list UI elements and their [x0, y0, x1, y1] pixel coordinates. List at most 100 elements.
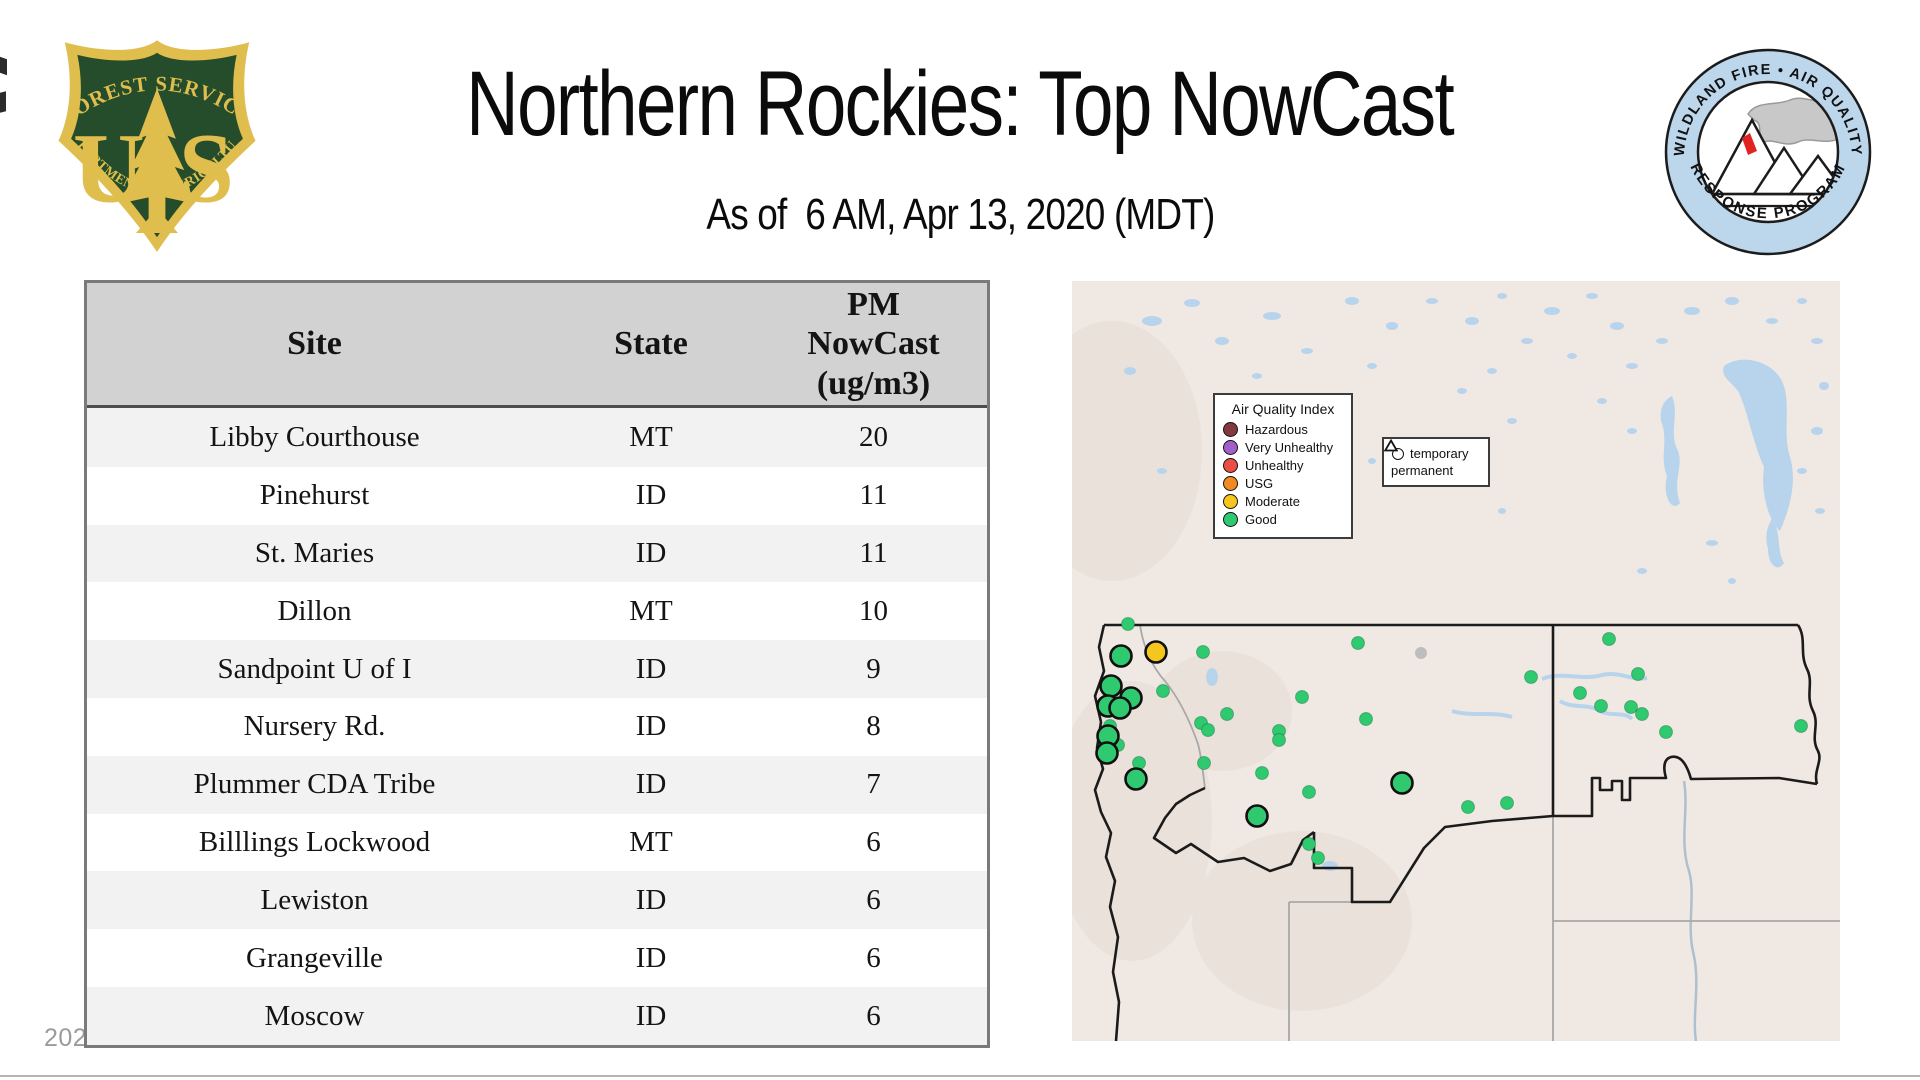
temporary-legend-row: temporary — [1391, 445, 1481, 462]
monitor-marker-temporary-good — [1108, 696, 1132, 720]
slide: 2020-04-13 12:37:42 UTC FOREST SERVICE U… — [0, 0, 1920, 1080]
state-cell: ID — [635, 941, 667, 974]
table-row: St. Maries ID 11 — [87, 524, 987, 583]
value-cell: 11 — [859, 479, 888, 512]
monitor-marker-permanent-good — [1794, 719, 1808, 733]
state-cell: ID — [635, 537, 667, 570]
map-canvas — [1072, 293, 1840, 1041]
aqi-legend-item-hazardous: Hazardous — [1223, 422, 1343, 437]
monitor-marker-permanent-good — [1121, 617, 1135, 631]
monitor-marker-temporary-moderate — [1144, 640, 1168, 664]
wfaqrp-logo-icon: WILDLAND FIRE • AIR QUALITY RESPONSE PRO… — [1664, 48, 1872, 256]
monitor-marker-permanent-good — [1500, 796, 1514, 810]
monitor-marker-permanent-good — [1197, 756, 1211, 770]
permanent-label: permanent — [1391, 463, 1454, 478]
state-cell: ID — [635, 883, 667, 916]
aqi-legend-item-good: Good — [1223, 512, 1343, 527]
site-cell: Grangeville — [246, 941, 383, 974]
monitor-marker-permanent-good — [1201, 723, 1215, 737]
slide-bottom-rule — [0, 1075, 1920, 1077]
state-cell: MT — [629, 826, 673, 859]
table-row: Lewiston ID 6 — [87, 871, 987, 930]
state-cell: ID — [635, 768, 667, 801]
monitor-marker-permanent-good — [1635, 707, 1649, 721]
state-cell: ID — [635, 652, 667, 685]
monitor-marker-permanent-good — [1302, 785, 1316, 799]
state-cell: ID — [635, 710, 667, 743]
aqi-legend-item-usg: USG — [1223, 476, 1343, 491]
marker-type-legend: temporary permanent — [1382, 437, 1490, 487]
site-cell: Billlings Lockwood — [198, 826, 431, 859]
table-row: Pinehurst ID 11 — [87, 466, 987, 525]
site-cell: Dillon — [277, 594, 352, 627]
site-cell: Plummer CDA Tribe — [193, 768, 436, 801]
monitor-marker-permanent-good — [1311, 851, 1325, 865]
monitor-marker-temporary-good — [1095, 741, 1119, 765]
monitor-marker-temporary-good — [1099, 674, 1123, 698]
table-row: Sandpoint U of I ID 9 — [87, 640, 987, 699]
hazardous-dot-icon — [1223, 422, 1238, 437]
aqi-legend-label: Hazardous — [1245, 422, 1308, 437]
state-cell: ID — [635, 479, 667, 512]
monitor-marker-permanent-good — [1359, 712, 1373, 726]
monitor-marker-permanent-good — [1524, 670, 1538, 684]
monitor-marker-temporary-good — [1109, 644, 1133, 668]
site-cell: Libby Courthouse — [209, 420, 420, 453]
aqi-legend-item-very_unhealthy: Very Unhealthy — [1223, 440, 1343, 455]
table-row: Plummer CDA Tribe ID 7 — [87, 755, 987, 814]
state-cell: MT — [629, 420, 673, 453]
value-cell: 8 — [866, 710, 881, 743]
site-cell: St. Maries — [254, 537, 375, 570]
monitor-marker-temporary-good — [1390, 771, 1414, 795]
monitor-marker-permanent-good — [1196, 645, 1210, 659]
aqi-legend-label: Good — [1245, 512, 1277, 527]
nowcast-table-container: Site State PM NowCast (ug/m3) Libby Cour… — [84, 280, 990, 1048]
table-row: Billlings Lockwood MT 6 — [87, 813, 987, 872]
site-cell: Sandpoint U of I — [217, 652, 412, 685]
aqi-legend-label: Very Unhealthy — [1245, 440, 1334, 455]
monitor-marker-temporary-good — [1124, 767, 1148, 791]
usg-dot-icon — [1223, 476, 1238, 491]
aqi-legend-label: Moderate — [1245, 494, 1300, 509]
gray-dot — [1415, 647, 1427, 659]
aqi-legend: Air Quality Index Hazardous Very Unhealth… — [1213, 393, 1353, 539]
value-cell: 10 — [859, 594, 888, 627]
monitor-marker-permanent-good — [1573, 686, 1587, 700]
value-cell: 9 — [866, 652, 881, 685]
lakes — [1124, 293, 1829, 871]
value-cell: 6 — [866, 999, 881, 1032]
temporary-label: temporary — [1410, 446, 1469, 461]
monitor-marker-permanent-good — [1602, 632, 1616, 646]
page-subtitle: As of 6 AM, Apr 13, 2020 (MDT) — [705, 190, 1215, 239]
monitor-marker-permanent-good — [1220, 707, 1234, 721]
monitor-marker-permanent-good — [1295, 690, 1309, 704]
page-title: Northern Rockies: Top NowCast — [466, 53, 1456, 155]
site-cell: Moscow — [264, 999, 365, 1032]
monitor-marker-permanent-good — [1659, 725, 1673, 739]
table-row: Dillon MT 10 — [87, 582, 987, 641]
moderate-dot-icon — [1223, 494, 1238, 509]
table-row: Grangeville ID 6 — [87, 929, 987, 988]
permanent-triangle-icon — [1384, 439, 1398, 452]
nowcast-table: Site State PM NowCast (ug/m3) Libby Cour… — [87, 283, 987, 1045]
value-cell: 11 — [859, 537, 888, 570]
site-cell: Pinehurst — [259, 479, 370, 512]
site-cell: Lewiston — [260, 883, 369, 916]
monitor-marker-permanent-good — [1156, 684, 1170, 698]
monitor-marker-permanent-good — [1351, 636, 1365, 650]
monitor-marker-permanent-good — [1594, 699, 1608, 713]
permanent-legend-row: permanent — [1384, 439, 1481, 479]
table-row: Nursery Rd. ID 8 — [87, 698, 987, 756]
value-cell: 7 — [866, 768, 881, 801]
unhealthy-dot-icon — [1223, 458, 1238, 473]
monitor-marker-permanent-good — [1461, 800, 1475, 814]
rivers — [1451, 672, 1648, 721]
state-cell: ID — [635, 999, 667, 1032]
aqi-legend-title: Air Quality Index — [1231, 401, 1335, 417]
column-header-pm-nowcast: PM NowCast (ug/m3) — [760, 283, 987, 408]
value-cell: 6 — [866, 883, 881, 916]
aqi-map: Air Quality Index Hazardous Very Unhealth… — [1072, 281, 1840, 1041]
state-cell: MT — [629, 594, 673, 627]
good-dot-icon — [1223, 512, 1238, 527]
table-row: Moscow ID 6 — [87, 987, 987, 1045]
